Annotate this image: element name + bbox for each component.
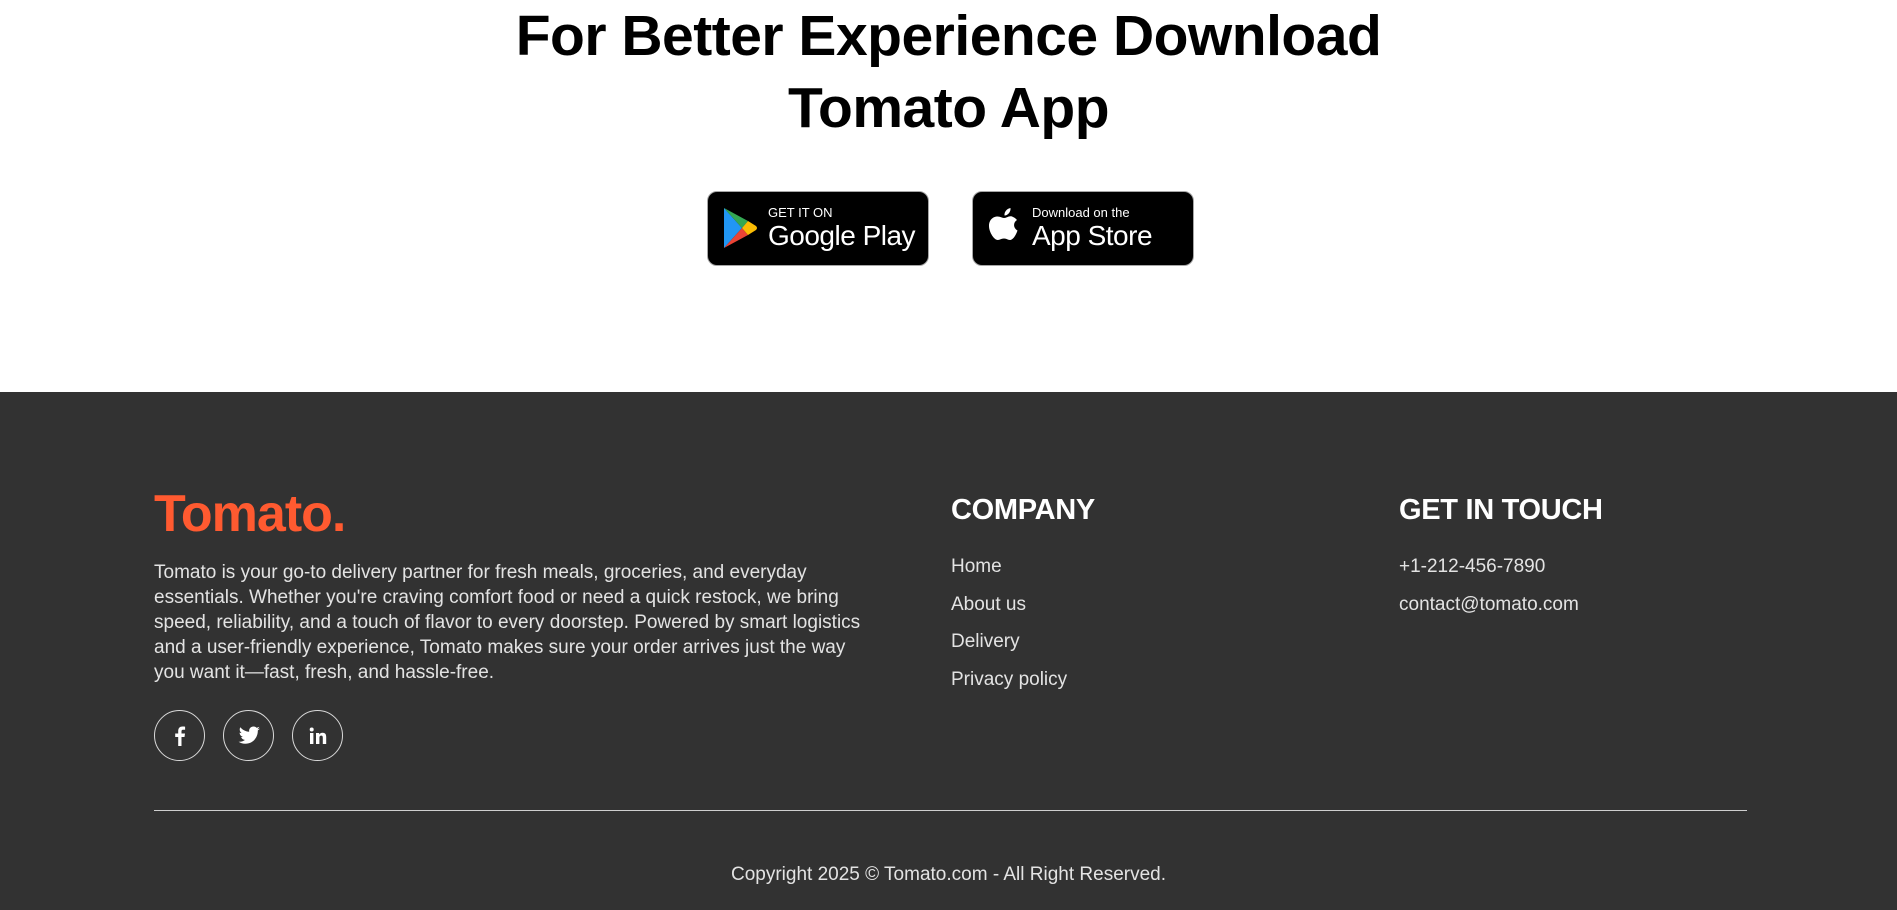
google-play-badge[interactable]: GET IT ON Google Play <box>707 191 929 266</box>
twitter-button[interactable] <box>223 710 274 761</box>
footer-link-home[interactable]: Home <box>951 555 1067 579</box>
company-links: Home About us Delivery Privacy policy <box>951 555 1067 705</box>
footer-link-privacy-policy[interactable]: Privacy policy <box>951 668 1067 692</box>
copyright-text: Copyright 2025 © Tomato.com - All Right … <box>730 864 1166 885</box>
twitter-icon <box>238 726 260 744</box>
footer: Tomato. Tomato is your go-to delivery pa… <box>0 392 1897 910</box>
google-play-icon <box>724 208 757 248</box>
linkedin-button[interactable] <box>292 710 343 761</box>
footer-logo[interactable]: Tomato. <box>154 485 346 543</box>
apple-icon <box>989 208 1018 240</box>
contact-phone[interactable]: +1-212-456-7890 <box>1399 555 1579 579</box>
company-heading: COMPANY <box>951 494 1095 526</box>
app-store-small-text: Download on the <box>1032 205 1130 220</box>
linkedin-icon <box>309 727 326 744</box>
app-store-badge[interactable]: Download on the App Store <box>972 191 1194 266</box>
app-download-title: For Better Experience Download Tomato Ap… <box>0 0 1897 144</box>
app-title-line2: Tomato App <box>787 76 1110 140</box>
social-links <box>154 710 343 761</box>
app-download-section: For Better Experience Download Tomato Ap… <box>0 0 1897 392</box>
google-play-small-text: GET IT ON <box>768 205 833 220</box>
app-title-line1: For Better Experience Download <box>515 4 1382 68</box>
facebook-icon <box>174 726 185 746</box>
footer-divider <box>154 810 1747 811</box>
get-in-touch-heading: GET IN TOUCH <box>1399 494 1603 526</box>
contact-list: +1-212-456-7890 contact@tomato.com <box>1399 555 1579 630</box>
footer-link-delivery[interactable]: Delivery <box>951 630 1067 654</box>
google-play-big-text: Google Play <box>768 220 916 251</box>
facebook-button[interactable] <box>154 710 205 761</box>
footer-about-text: Tomato is your go-to delivery partner fo… <box>154 562 861 683</box>
contact-email[interactable]: contact@tomato.com <box>1399 593 1579 617</box>
footer-link-about-us[interactable]: About us <box>951 593 1067 617</box>
app-store-big-text: App Store <box>1032 220 1153 251</box>
